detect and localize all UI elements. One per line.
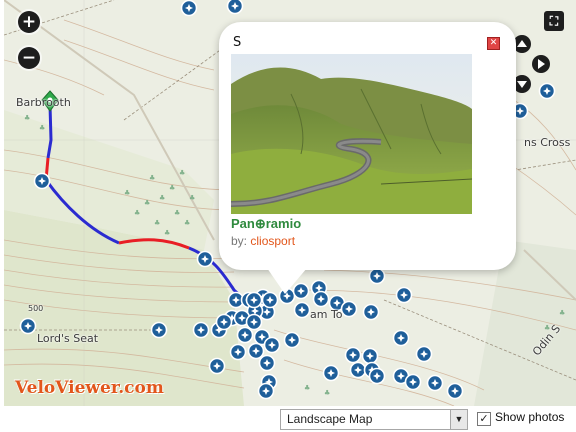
photo-marker-icon[interactable]	[404, 373, 422, 391]
photo-marker-icon[interactable]	[19, 317, 37, 335]
photo-marker-icon[interactable]	[293, 301, 311, 319]
veloviewer-brand: VeloViewer.com	[15, 378, 164, 398]
popup-attribution: by: cliosport	[231, 234, 295, 248]
photo-marker-icon[interactable]	[245, 291, 263, 309]
photo-marker-icon[interactable]	[258, 354, 276, 372]
photo-marker-icon[interactable]	[150, 321, 168, 339]
photo-marker-icon[interactable]	[361, 347, 379, 365]
popup-pointer	[267, 268, 307, 294]
photo-marker-icon[interactable]	[426, 374, 444, 392]
photo-marker-icon[interactable]	[180, 0, 198, 17]
map-type-select[interactable]: Landscape Map ▼	[280, 409, 468, 430]
photo-marker-icon[interactable]	[226, 0, 244, 15]
photo-marker-icon[interactable]	[368, 367, 386, 385]
photo-marker-icon[interactable]	[395, 286, 413, 304]
photo-marker-icon[interactable]	[368, 267, 386, 285]
contour-label: 500	[28, 304, 44, 313]
fullscreen-button[interactable]: ⛶	[544, 11, 564, 31]
popup-title: S	[233, 35, 242, 50]
photo-marker-icon[interactable]	[446, 382, 464, 400]
photo-marker-icon[interactable]	[415, 345, 433, 363]
zoom-in-button[interactable]: +	[18, 11, 40, 33]
photo-marker-icon[interactable]	[312, 290, 330, 308]
place-label-lords-seat: Lord's Seat	[37, 332, 99, 345]
zoom-out-button[interactable]: −	[18, 47, 40, 69]
photo-marker-icon[interactable]	[257, 382, 275, 400]
popup-by-label: by:	[231, 234, 248, 248]
photo-marker-icon[interactable]	[236, 326, 254, 344]
panoramio-logo: Pan⊕ramio	[231, 216, 302, 231]
photo-marker-icon[interactable]	[196, 250, 214, 268]
photo-marker-icon[interactable]	[247, 342, 265, 360]
landscape-photo	[231, 54, 472, 214]
pan-right-icon	[532, 55, 550, 73]
photo-marker-icon[interactable]	[245, 313, 263, 331]
photo-marker-icon[interactable]	[340, 300, 358, 318]
photo-marker-icon[interactable]	[344, 346, 362, 364]
photo-marker-icon[interactable]	[349, 361, 367, 379]
map-type-value: Landscape Map	[287, 412, 373, 426]
photo-marker-icon[interactable]	[392, 329, 410, 347]
place-label-cross: ns Cross	[524, 136, 571, 149]
popup-photo[interactable]	[231, 54, 472, 214]
place-label-barbrooth: Barbrooth	[16, 96, 71, 109]
photo-marker-icon[interactable]	[322, 364, 340, 382]
photo-marker-icon[interactable]	[362, 303, 380, 321]
popup-close-button[interactable]: ✕	[487, 37, 500, 50]
photo-marker-icon[interactable]	[33, 172, 51, 190]
photo-popup: S ✕ Pan⊕ramio by: cliosport	[219, 22, 516, 294]
show-photos-label: Show photos	[495, 410, 565, 424]
photo-marker-icon[interactable]	[229, 343, 247, 361]
chevron-down-icon[interactable]: ▼	[450, 410, 467, 429]
photo-marker-icon[interactable]	[208, 357, 226, 375]
show-photos-checkbox[interactable]: ✓	[477, 412, 491, 426]
photo-marker-icon[interactable]	[192, 321, 210, 339]
photo-marker-icon[interactable]	[283, 331, 301, 349]
popup-user-link[interactable]: cliosport	[250, 234, 295, 248]
map-footer: Landscape Map ▼ ✓ Show photos	[0, 406, 576, 432]
place-label-town: am To	[310, 308, 343, 321]
photo-marker-icon[interactable]	[263, 336, 281, 354]
photo-marker-icon[interactable]	[215, 313, 233, 331]
